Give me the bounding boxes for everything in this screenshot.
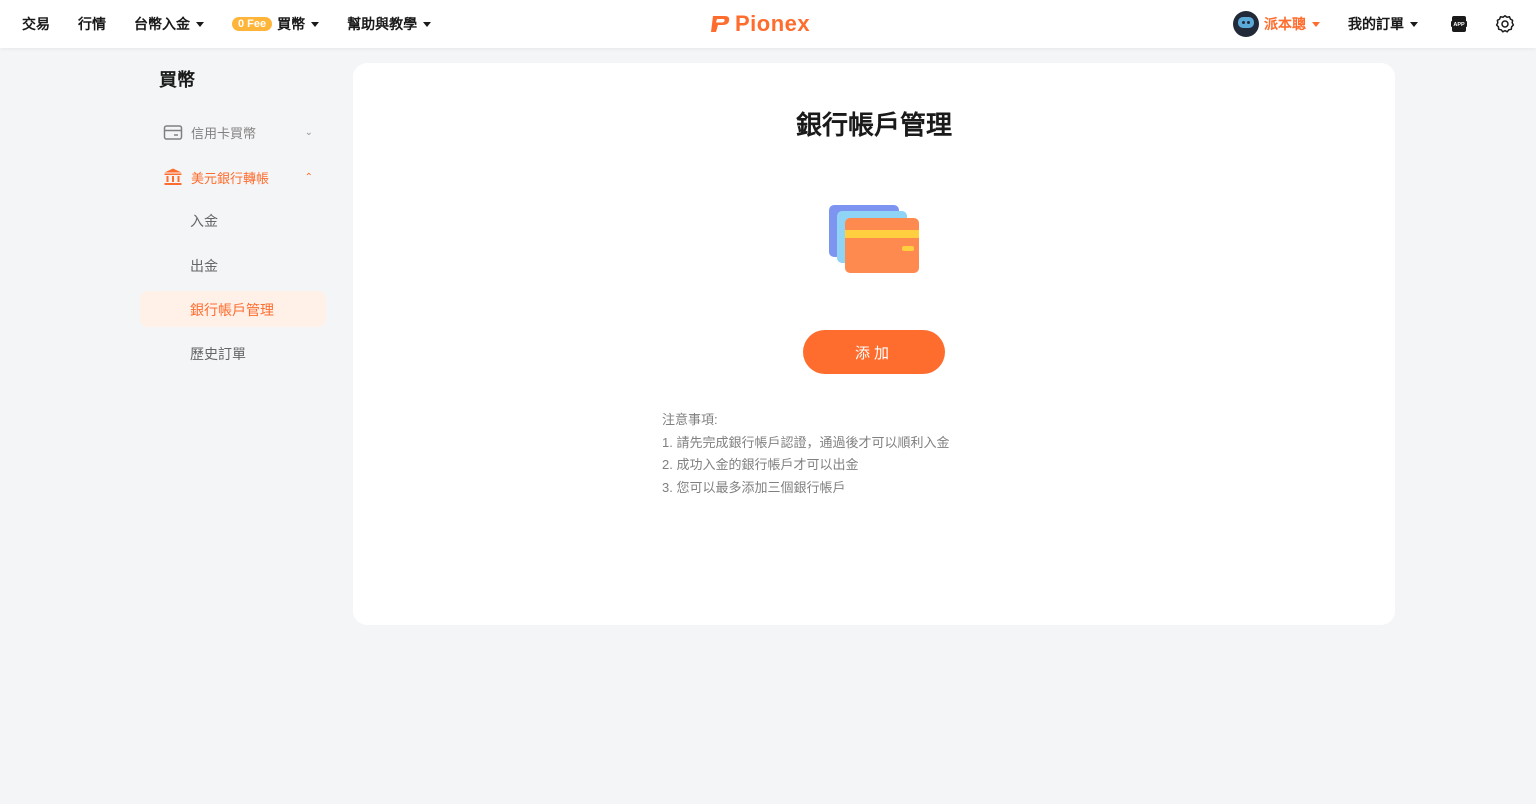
- nav-market[interactable]: 行情: [78, 14, 106, 34]
- caret-down-icon: [196, 21, 204, 27]
- zero-fee-badge: 0 Fee: [232, 17, 273, 31]
- my-orders-menu[interactable]: 我的訂單: [1348, 14, 1418, 34]
- app-download-icon[interactable]: APP: [1448, 13, 1470, 35]
- sidebar-item-bank-account-management[interactable]: 銀行帳戶管理: [190, 300, 274, 320]
- add-bank-account-button[interactable]: 添加: [803, 330, 945, 374]
- nav-trade[interactable]: 交易: [22, 14, 50, 34]
- gear-icon[interactable]: [1494, 13, 1516, 35]
- sidebar-title: 買幣: [159, 70, 195, 90]
- caret-down-icon: [423, 21, 432, 27]
- user-name: 派本聰: [1264, 16, 1306, 32]
- nav-right: 派本聰 我的訂單 APP: [1233, 0, 1516, 48]
- credit-card-icon: [163, 124, 183, 140]
- sidebar-item-deposit[interactable]: 入金: [190, 211, 218, 231]
- my-orders-label: 我的訂單: [1348, 16, 1404, 32]
- note-item: 3. 您可以最多添加三個銀行帳戶: [662, 479, 846, 495]
- sidebar-item-order-history[interactable]: 歷史訂單: [190, 344, 246, 364]
- pionex-logo-icon: [711, 16, 730, 32]
- bank-cards-illustration-icon: [829, 205, 919, 273]
- top-nav-bar: 交易 行情 台幣入金 0 Fee 買幣 幫助與教學 Pionex 派本聰 我的訂…: [0, 0, 1536, 48]
- nav-buy-crypto[interactable]: 0 Fee 買幣: [232, 14, 320, 34]
- caret-down-icon: [1312, 21, 1320, 27]
- nav-help[interactable]: 幫助與教學: [347, 14, 432, 34]
- nav-buy-crypto-label: 買幣: [277, 16, 306, 32]
- sidebar-group-label: 美元銀行轉帳: [191, 170, 270, 186]
- caret-down-icon: [1410, 21, 1418, 27]
- nav-help-label: 幫助與教學: [347, 16, 418, 32]
- notes-title: 注意事項:: [662, 412, 718, 427]
- nav-market-label: 行情: [78, 16, 106, 32]
- note-item: 2. 成功入金的銀行帳戶才可以出金: [662, 457, 859, 472]
- sidebar-item-withdraw[interactable]: 出金: [190, 256, 218, 276]
- logo-text: Pionex: [735, 11, 811, 36]
- chevron-up-icon: ⌃: [304, 171, 313, 183]
- sidebar-group-credit-card[interactable]: 信用卡買幣 ⌄: [163, 123, 313, 142]
- note-item: 1. 請先完成銀行帳戶認證，通過後才可以順利入金: [662, 434, 950, 450]
- svg-text:APP: APP: [1453, 22, 1465, 28]
- notes-section: 注意事項: 1. 請先完成銀行帳戶認證，通過後才可以順利入金 2. 成功入金的銀…: [662, 409, 949, 499]
- sidebar-group-usd-bank-transfer[interactable]: 美元銀行轉帳 ⌃: [163, 167, 313, 187]
- avatar: [1233, 11, 1259, 37]
- user-menu[interactable]: 派本聰: [1233, 11, 1320, 37]
- nav-left: 交易 行情 台幣入金 0 Fee 買幣 幫助與教學: [22, 0, 459, 48]
- nav-twd-deposit-label: 台幣入金: [134, 16, 190, 32]
- nav-twd-deposit[interactable]: 台幣入金: [134, 14, 204, 34]
- sidebar-group-label: 信用卡買幣: [191, 126, 257, 141]
- nav-trade-label: 交易: [22, 16, 50, 32]
- main-card: 銀行帳戶管理 添加 注意事項: 1. 請先完成銀行帳戶認證，通過後才可以順利入金…: [353, 63, 1395, 625]
- bank-icon: [164, 168, 182, 185]
- pionex-logo[interactable]: Pionex: [709, 11, 810, 37]
- page-title: 銀行帳戶管理: [795, 110, 952, 140]
- caret-down-icon: [311, 21, 320, 27]
- chevron-down-icon: ⌄: [304, 127, 313, 138]
